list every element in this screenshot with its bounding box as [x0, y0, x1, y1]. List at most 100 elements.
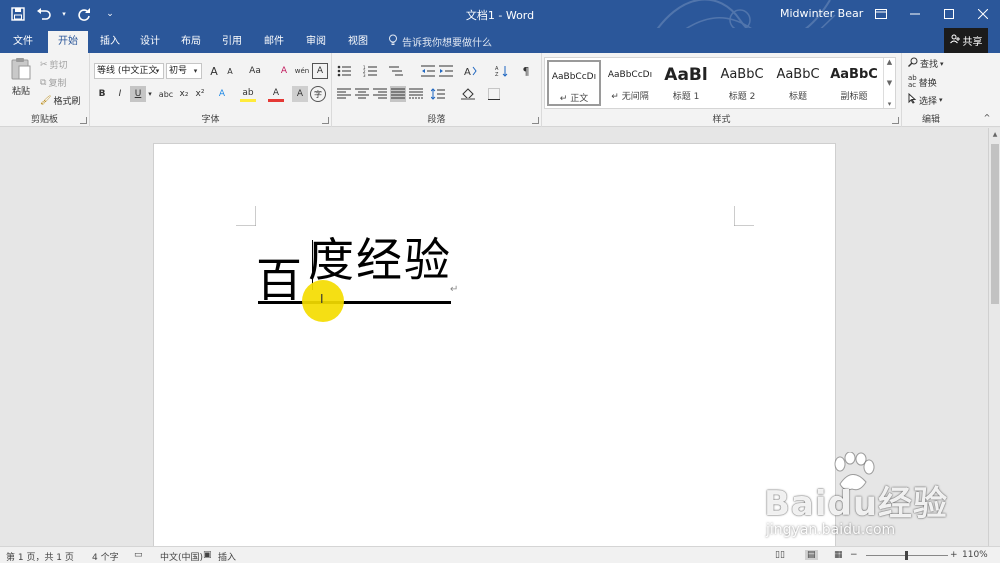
- tab-mailings[interactable]: 邮件: [258, 31, 290, 53]
- change-case-button[interactable]: Aa: [244, 63, 266, 79]
- word-count[interactable]: 4 个字: [92, 550, 119, 563]
- zoom-in-icon[interactable]: +: [950, 550, 958, 560]
- decrease-indent-icon[interactable]: [420, 63, 436, 79]
- tab-references[interactable]: 引用: [216, 31, 248, 53]
- tab-review[interactable]: 审阅: [300, 31, 332, 53]
- tab-design[interactable]: 设计: [134, 31, 166, 53]
- clipboard-icon: [11, 58, 31, 80]
- strikethrough-button[interactable]: abc: [156, 86, 176, 102]
- italic-button[interactable]: I: [112, 86, 128, 102]
- style-normal[interactable]: AaBbCcDı ↵ 正文: [547, 60, 601, 106]
- scroll-up-icon[interactable]: ▲: [887, 58, 892, 66]
- style-heading-1[interactable]: AaBl 标题 1: [659, 60, 713, 106]
- shrink-font-button[interactable]: A: [222, 63, 238, 79]
- zoom-slider-thumb[interactable]: [905, 551, 908, 560]
- paragraph-mark: ↵: [450, 284, 459, 295]
- select-button[interactable]: 选择 ▾: [908, 92, 943, 107]
- justify-icon[interactable]: [390, 86, 406, 102]
- collapse-ribbon-icon[interactable]: ^: [980, 109, 994, 125]
- bold-button[interactable]: B: [94, 86, 110, 102]
- replace-button[interactable]: ab ac 替换: [908, 75, 937, 89]
- scroll-down-icon[interactable]: ▼: [887, 79, 892, 87]
- insert-mode[interactable]: 插入: [218, 550, 236, 563]
- paragraph-launcher-icon[interactable]: [532, 117, 539, 124]
- ribbon-display-options-icon[interactable]: [864, 0, 898, 28]
- highlight-button[interactable]: ab: [240, 86, 256, 102]
- style-subtitle[interactable]: AaBbC 副标题: [827, 60, 881, 106]
- clipboard-launcher-icon[interactable]: [80, 117, 87, 124]
- superscript-button[interactable]: x²: [192, 86, 208, 102]
- enclose-characters-button[interactable]: 字: [310, 86, 326, 102]
- zoom-level[interactable]: 110%: [962, 550, 988, 560]
- copy-button[interactable]: ⧉ 复制: [40, 76, 66, 90]
- format-painter-button[interactable]: 🖌 格式刷: [40, 94, 80, 108]
- tell-me-box[interactable]: 告诉我你想要做什么: [388, 34, 492, 49]
- find-button[interactable]: 查找 ▾: [908, 57, 944, 70]
- character-shading-button[interactable]: A: [292, 86, 308, 102]
- underline-button[interactable]: U: [130, 86, 146, 102]
- font-name-dropdown-icon[interactable]: ▾: [152, 63, 163, 79]
- sort-icon[interactable]: AZ: [494, 63, 510, 79]
- distributed-icon[interactable]: [408, 86, 424, 102]
- style-heading-2[interactable]: AaBbC 标题 2: [715, 60, 769, 106]
- align-left-icon[interactable]: [336, 86, 352, 102]
- font-size-dropdown-icon[interactable]: ▾: [190, 63, 201, 79]
- tab-layout[interactable]: 布局: [175, 31, 207, 53]
- person-icon: [949, 34, 960, 47]
- tab-home[interactable]: 开始: [48, 31, 88, 53]
- language-status[interactable]: 中文(中国): [160, 550, 203, 563]
- borders-icon[interactable]: [486, 86, 502, 102]
- bullets-icon[interactable]: [336, 63, 352, 79]
- align-center-icon[interactable]: [354, 86, 370, 102]
- more-styles-icon[interactable]: ▾: [888, 100, 892, 108]
- read-mode-icon[interactable]: ▯▯: [775, 550, 785, 560]
- grow-font-button[interactable]: A: [206, 63, 222, 79]
- style-no-spacing[interactable]: AaBbCcDı ↵ 无间隔: [603, 60, 657, 106]
- tab-view[interactable]: 视图: [342, 31, 374, 53]
- macro-icon[interactable]: ▣: [203, 550, 212, 560]
- style-name: 标题: [788, 92, 807, 102]
- shading-icon[interactable]: [460, 86, 476, 102]
- minimize-icon[interactable]: [898, 0, 932, 28]
- styles-launcher-icon[interactable]: [892, 117, 899, 124]
- chinese-layout-icon[interactable]: A: [462, 63, 478, 79]
- proofing-icon[interactable]: ▭: [134, 550, 143, 560]
- show-marks-icon[interactable]: ¶: [518, 63, 534, 79]
- maximize-icon[interactable]: [932, 0, 966, 28]
- styles-scrollbar[interactable]: ▲ ▼ ▾: [883, 58, 895, 108]
- print-layout-icon[interactable]: ▤: [805, 550, 818, 560]
- cut-button[interactable]: ✂ 剪切: [40, 58, 68, 72]
- share-button[interactable]: 共享: [944, 28, 988, 53]
- scrollbar-thumb[interactable]: [991, 144, 999, 304]
- line-spacing-icon[interactable]: [430, 86, 446, 102]
- underline-dropdown-icon[interactable]: ▾: [146, 86, 154, 102]
- style-name: 标题 2: [728, 92, 756, 102]
- increase-indent-icon[interactable]: [438, 63, 454, 79]
- font-launcher-icon[interactable]: [322, 117, 329, 124]
- web-layout-icon[interactable]: ▦: [834, 550, 843, 560]
- pointer-icon: [908, 92, 917, 107]
- font-color-button[interactable]: A: [268, 86, 284, 102]
- zoom-out-icon[interactable]: −: [850, 550, 858, 560]
- doc-char-jing[interactable]: 经: [356, 230, 402, 290]
- multilevel-list-icon[interactable]: [388, 63, 404, 79]
- character-border-button[interactable]: A: [312, 63, 328, 79]
- tab-insert[interactable]: 插入: [94, 31, 126, 53]
- doc-char-yan[interactable]: 验: [404, 230, 450, 290]
- style-sample: AaBbC: [776, 67, 820, 82]
- numbering-icon[interactable]: 123: [362, 63, 378, 79]
- page[interactable]: 百 度 经 验 I ↵: [153, 143, 836, 546]
- text-effects-button[interactable]: A: [214, 86, 230, 102]
- subscript-button[interactable]: x₂: [176, 86, 192, 102]
- paste-button[interactable]: 粘贴: [8, 57, 34, 97]
- style-sample: AaBbC: [830, 67, 878, 82]
- tab-file[interactable]: 文件: [6, 31, 40, 53]
- phonetic-guide-button[interactable]: wén: [294, 63, 310, 79]
- style-title[interactable]: AaBbC 标题: [771, 60, 825, 106]
- clear-format-button[interactable]: A: [276, 63, 292, 79]
- user-name[interactable]: Midwinter Bear: [780, 7, 863, 20]
- align-right-icon[interactable]: [372, 86, 388, 102]
- scroll-up-arrow-icon[interactable]: ▲: [990, 128, 1000, 140]
- close-icon[interactable]: [966, 0, 1000, 28]
- page-count[interactable]: 第 1 页，共 1 页: [6, 550, 74, 563]
